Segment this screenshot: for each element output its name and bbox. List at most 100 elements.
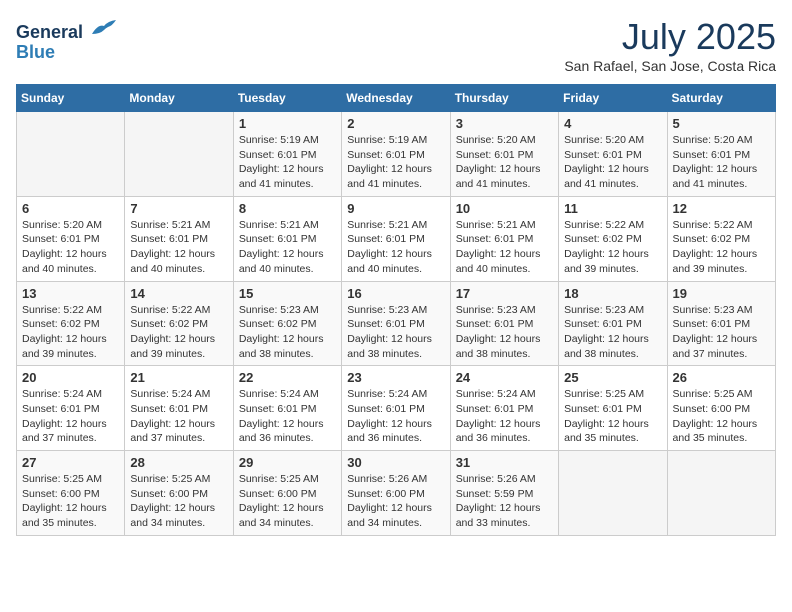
day-number: 5 xyxy=(673,116,770,131)
day-number: 9 xyxy=(347,201,444,216)
day-info: Sunrise: 5:19 AM Sunset: 6:01 PM Dayligh… xyxy=(239,133,336,192)
day-info: Sunrise: 5:22 AM Sunset: 6:02 PM Dayligh… xyxy=(673,218,770,277)
day-number: 4 xyxy=(564,116,661,131)
day-number: 11 xyxy=(564,201,661,216)
day-info: Sunrise: 5:26 AM Sunset: 5:59 PM Dayligh… xyxy=(456,472,553,531)
calendar-cell: 13 Sunrise: 5:22 AM Sunset: 6:02 PM Dayli… xyxy=(17,281,125,366)
calendar-cell xyxy=(125,112,233,197)
calendar-cell: 14Sunrise: 5:22 AM Sunset: 6:02 PM Dayli… xyxy=(125,281,233,366)
calendar-cell: 27 Sunrise: 5:25 AM Sunset: 6:00 PM Dayli… xyxy=(17,451,125,536)
day-info: Sunrise: 5:24 AM Sunset: 6:01 PM Dayligh… xyxy=(22,387,119,446)
day-number: 21 xyxy=(130,370,227,385)
calendar-week-row: 1 Sunrise: 5:19 AM Sunset: 6:01 PM Daylig… xyxy=(17,112,776,197)
day-number: 10 xyxy=(456,201,553,216)
calendar-week-row: 20 Sunrise: 5:24 AM Sunset: 6:01 PM Dayli… xyxy=(17,366,776,451)
weekday-header-tuesday: Tuesday xyxy=(233,85,341,112)
day-number: 31 xyxy=(456,455,553,470)
calendar-cell: 1 Sunrise: 5:19 AM Sunset: 6:01 PM Daylig… xyxy=(233,112,341,197)
day-info: Sunrise: 5:24 AM Sunset: 6:01 PM Dayligh… xyxy=(239,387,336,446)
day-number: 3 xyxy=(456,116,553,131)
day-info: Sunrise: 5:23 AM Sunset: 6:01 PM Dayligh… xyxy=(347,303,444,362)
day-info: Sunrise: 5:25 AM Sunset: 6:00 PM Dayligh… xyxy=(22,472,119,531)
weekday-header-saturday: Saturday xyxy=(667,85,775,112)
day-number: 20 xyxy=(22,370,119,385)
day-info: Sunrise: 5:20 AM Sunset: 6:01 PM Dayligh… xyxy=(456,133,553,192)
day-number: 8 xyxy=(239,201,336,216)
day-number: 27 xyxy=(22,455,119,470)
location: San Rafael, San Jose, Costa Rica xyxy=(564,58,776,74)
calendar-week-row: 6 Sunrise: 5:20 AM Sunset: 6:01 PM Daylig… xyxy=(17,196,776,281)
day-number: 17 xyxy=(456,286,553,301)
day-number: 6 xyxy=(22,201,119,216)
day-info: Sunrise: 5:20 AM Sunset: 6:01 PM Dayligh… xyxy=(673,133,770,192)
day-number: 23 xyxy=(347,370,444,385)
calendar-cell: 11Sunrise: 5:22 AM Sunset: 6:02 PM Dayli… xyxy=(559,196,667,281)
calendar-cell: 18Sunrise: 5:23 AM Sunset: 6:01 PM Dayli… xyxy=(559,281,667,366)
calendar-cell: 16 Sunrise: 5:23 AM Sunset: 6:01 PM Dayli… xyxy=(342,281,450,366)
day-info: Sunrise: 5:19 AM Sunset: 6:01 PM Dayligh… xyxy=(347,133,444,192)
calendar-cell: 3 Sunrise: 5:20 AM Sunset: 6:01 PM Daylig… xyxy=(450,112,558,197)
weekday-header-wednesday: Wednesday xyxy=(342,85,450,112)
logo: General Blue xyxy=(16,16,118,61)
day-number: 15 xyxy=(239,286,336,301)
calendar-cell: 22Sunrise: 5:24 AM Sunset: 6:01 PM Dayli… xyxy=(233,366,341,451)
calendar-cell: 10 Sunrise: 5:21 AM Sunset: 6:01 PM Dayli… xyxy=(450,196,558,281)
day-info: Sunrise: 5:22 AM Sunset: 6:02 PM Dayligh… xyxy=(22,303,119,362)
day-number: 30 xyxy=(347,455,444,470)
title-block: July 2025 San Rafael, San Jose, Costa Ri… xyxy=(564,16,776,74)
calendar-cell: 30 Sunrise: 5:26 AM Sunset: 6:00 PM Dayli… xyxy=(342,451,450,536)
day-info: Sunrise: 5:24 AM Sunset: 6:01 PM Dayligh… xyxy=(347,387,444,446)
month-title: July 2025 xyxy=(564,16,776,58)
calendar-cell xyxy=(667,451,775,536)
calendar-cell: 20 Sunrise: 5:24 AM Sunset: 6:01 PM Dayli… xyxy=(17,366,125,451)
calendar-cell: 31 Sunrise: 5:26 AM Sunset: 5:59 PM Dayli… xyxy=(450,451,558,536)
calendar-cell: 25Sunrise: 5:25 AM Sunset: 6:01 PM Dayli… xyxy=(559,366,667,451)
day-number: 1 xyxy=(239,116,336,131)
day-info: Sunrise: 5:20 AM Sunset: 6:01 PM Dayligh… xyxy=(22,218,119,277)
day-number: 2 xyxy=(347,116,444,131)
day-number: 7 xyxy=(130,201,227,216)
day-info: Sunrise: 5:21 AM Sunset: 6:01 PM Dayligh… xyxy=(347,218,444,277)
day-info: Sunrise: 5:25 AM Sunset: 6:00 PM Dayligh… xyxy=(673,387,770,446)
calendar-cell: 4 Sunrise: 5:20 AM Sunset: 6:01 PM Daylig… xyxy=(559,112,667,197)
day-number: 13 xyxy=(22,286,119,301)
calendar-table: SundayMondayTuesdayWednesdayThursdayFrid… xyxy=(16,84,776,536)
calendar-cell: 19 Sunrise: 5:23 AM Sunset: 6:01 PM Dayli… xyxy=(667,281,775,366)
day-info: Sunrise: 5:24 AM Sunset: 6:01 PM Dayligh… xyxy=(130,387,227,446)
day-info: Sunrise: 5:21 AM Sunset: 6:01 PM Dayligh… xyxy=(456,218,553,277)
calendar-cell: 6 Sunrise: 5:20 AM Sunset: 6:01 PM Daylig… xyxy=(17,196,125,281)
day-info: Sunrise: 5:26 AM Sunset: 6:00 PM Dayligh… xyxy=(347,472,444,531)
logo-bird-icon xyxy=(90,16,118,38)
day-info: Sunrise: 5:20 AM Sunset: 6:01 PM Dayligh… xyxy=(564,133,661,192)
day-number: 14 xyxy=(130,286,227,301)
day-info: Sunrise: 5:23 AM Sunset: 6:02 PM Dayligh… xyxy=(239,303,336,362)
day-number: 24 xyxy=(456,370,553,385)
calendar-cell: 2 Sunrise: 5:19 AM Sunset: 6:01 PM Daylig… xyxy=(342,112,450,197)
day-number: 19 xyxy=(673,286,770,301)
calendar-cell: 23 Sunrise: 5:24 AM Sunset: 6:01 PM Dayli… xyxy=(342,366,450,451)
calendar-cell: 9 Sunrise: 5:21 AM Sunset: 6:01 PM Daylig… xyxy=(342,196,450,281)
calendar-cell: 26 Sunrise: 5:25 AM Sunset: 6:00 PM Dayli… xyxy=(667,366,775,451)
calendar-cell: 15 Sunrise: 5:23 AM Sunset: 6:02 PM Dayli… xyxy=(233,281,341,366)
day-number: 26 xyxy=(673,370,770,385)
logo-blue: Blue xyxy=(16,43,118,61)
day-info: Sunrise: 5:21 AM Sunset: 6:01 PM Dayligh… xyxy=(239,218,336,277)
weekday-header-thursday: Thursday xyxy=(450,85,558,112)
day-info: Sunrise: 5:24 AM Sunset: 6:01 PM Dayligh… xyxy=(456,387,553,446)
weekday-header-monday: Monday xyxy=(125,85,233,112)
calendar-cell: 21 Sunrise: 5:24 AM Sunset: 6:01 PM Dayli… xyxy=(125,366,233,451)
day-info: Sunrise: 5:25 AM Sunset: 6:00 PM Dayligh… xyxy=(130,472,227,531)
day-info: Sunrise: 5:23 AM Sunset: 6:01 PM Dayligh… xyxy=(673,303,770,362)
weekday-header-friday: Friday xyxy=(559,85,667,112)
calendar-cell: 8 Sunrise: 5:21 AM Sunset: 6:01 PM Daylig… xyxy=(233,196,341,281)
page-header: General Blue July 2025 San Rafael, San J… xyxy=(16,16,776,74)
calendar-cell: 24 Sunrise: 5:24 AM Sunset: 6:01 PM Dayli… xyxy=(450,366,558,451)
day-info: Sunrise: 5:25 AM Sunset: 6:01 PM Dayligh… xyxy=(564,387,661,446)
day-info: Sunrise: 5:23 AM Sunset: 6:01 PM Dayligh… xyxy=(456,303,553,362)
day-number: 16 xyxy=(347,286,444,301)
calendar-cell: 5 Sunrise: 5:20 AM Sunset: 6:01 PM Daylig… xyxy=(667,112,775,197)
calendar-week-row: 13 Sunrise: 5:22 AM Sunset: 6:02 PM Dayli… xyxy=(17,281,776,366)
day-number: 12 xyxy=(673,201,770,216)
logo-text: General xyxy=(16,16,118,43)
calendar-cell: 28Sunrise: 5:25 AM Sunset: 6:00 PM Dayli… xyxy=(125,451,233,536)
